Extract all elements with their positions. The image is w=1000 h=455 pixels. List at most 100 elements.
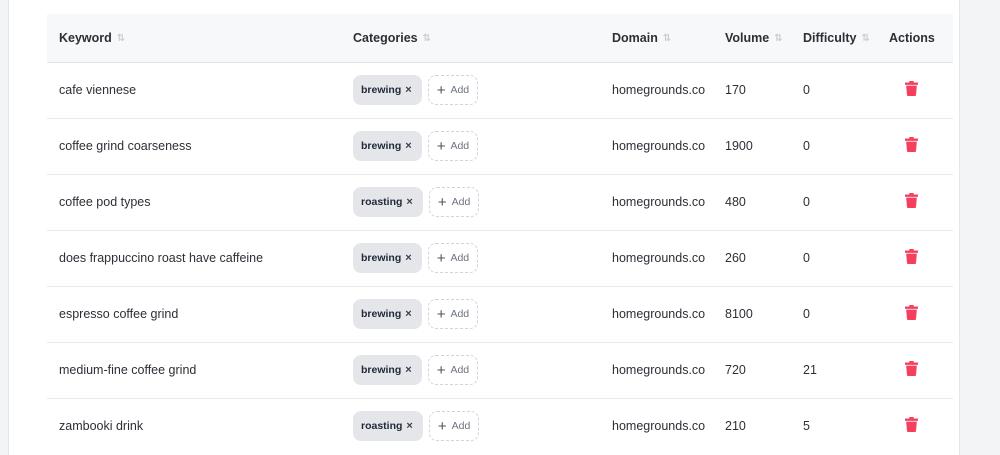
categories-cell: brewing × + Add — [341, 230, 600, 287]
category-tag: brewing × — [353, 299, 422, 329]
table-row: coffee grind coarseness brewing × + Add … — [47, 118, 953, 175]
volume-cell: 1900 — [713, 118, 791, 175]
categories-cell: brewing × + Add — [341, 342, 600, 399]
table-body: cafe viennese brewing × + Add homeground… — [47, 62, 953, 454]
categories-cell: brewing × + Add — [341, 286, 600, 343]
category-tag: brewing × — [353, 243, 422, 273]
difficulty-cell: 21 — [791, 342, 877, 399]
category-tag: brewing × — [353, 75, 422, 105]
delete-button[interactable] — [905, 305, 918, 320]
plus-icon: + — [437, 417, 447, 435]
add-category-button[interactable]: + Add — [428, 411, 480, 442]
actions-cell — [877, 118, 953, 175]
add-category-button[interactable]: + Add — [427, 355, 479, 385]
category-tag: roasting × — [353, 411, 423, 442]
category-group: brewing × + Add — [353, 355, 600, 385]
delete-button[interactable] — [905, 81, 918, 96]
remove-category-icon[interactable]: × — [405, 84, 411, 96]
remove-category-icon[interactable]: × — [405, 364, 411, 376]
categories-cell: roasting × + Add — [341, 398, 600, 454]
category-tag-label: brewing — [361, 252, 402, 264]
remove-category-icon[interactable]: × — [406, 420, 412, 432]
domain-cell: homegrounds.co — [600, 342, 713, 399]
trash-icon — [905, 361, 918, 376]
trash-icon — [905, 249, 918, 264]
difficulty-cell: 0 — [791, 118, 877, 175]
sort-icon[interactable]: ⇅ — [774, 33, 782, 44]
category-tag-label: roasting — [361, 420, 403, 433]
plus-icon: + — [436, 305, 446, 323]
domain-cell: homegrounds.co — [600, 118, 713, 175]
difficulty-cell: 0 — [791, 286, 877, 343]
header-difficulty[interactable]: Difficulty ⇅ — [791, 14, 877, 63]
category-tag-label: brewing — [361, 364, 402, 376]
sort-icon[interactable]: ⇅ — [663, 33, 671, 44]
delete-button[interactable] — [905, 249, 918, 264]
add-category-label: Add — [450, 84, 470, 96]
actions-cell — [877, 342, 953, 399]
sort-icon[interactable]: ⇅ — [861, 33, 869, 44]
actions-cell — [877, 62, 953, 119]
add-category-button[interactable]: + Add — [428, 187, 480, 217]
domain-cell: homegrounds.co — [612, 419, 706, 434]
category-tag-label: brewing — [361, 84, 402, 96]
categories-cell: brewing × + Add — [341, 118, 600, 175]
add-category-button[interactable]: + Add — [427, 299, 479, 329]
plus-icon: + — [436, 81, 446, 99]
header-volume[interactable]: Volume ⇅ — [713, 14, 791, 63]
domain-cell: homegrounds.co — [600, 230, 713, 287]
actions-cell — [877, 398, 953, 454]
add-category-button[interactable]: + Add — [427, 131, 479, 161]
category-group: brewing × + Add — [353, 243, 600, 273]
sort-icon[interactable]: ⇅ — [117, 33, 125, 44]
remove-category-icon[interactable]: × — [405, 252, 411, 264]
delete-button[interactable] — [905, 193, 918, 208]
remove-category-icon[interactable]: × — [406, 196, 412, 208]
delete-button[interactable] — [905, 361, 918, 376]
add-category-button[interactable]: + Add — [427, 243, 479, 273]
category-group: roasting × + Add — [353, 187, 600, 217]
domain-cell: homegrounds.co — [600, 62, 713, 119]
category-tag-label: brewing — [361, 308, 402, 320]
add-category-button[interactable]: + Add — [427, 75, 479, 105]
keyword-cell: coffee pod types — [47, 174, 341, 231]
add-category-label: Add — [450, 308, 470, 320]
header-keyword[interactable]: Keyword ⇅ — [47, 14, 341, 63]
category-tag: roasting × — [353, 187, 423, 217]
header-categories[interactable]: Categories ⇅ — [341, 14, 600, 63]
add-category-label: Add — [450, 364, 470, 376]
plus-icon: + — [436, 137, 446, 155]
header-domain[interactable]: Domain ⇅ — [600, 14, 713, 63]
keyword-cell: cafe viennese — [47, 62, 341, 119]
add-category-label: Add — [450, 252, 470, 264]
volume-cell: 8100 — [713, 286, 791, 343]
category-group: brewing × + Add — [353, 299, 600, 329]
volume-cell: 720 — [713, 342, 791, 399]
table-row: cafe viennese brewing × + Add homeground… — [47, 62, 953, 119]
trash-icon — [905, 305, 918, 320]
remove-category-icon[interactable]: × — [405, 140, 411, 152]
volume-cell: 260 — [713, 230, 791, 287]
sort-icon[interactable]: ⇅ — [423, 33, 431, 44]
categories-cell: roasting × + Add — [341, 174, 600, 231]
category-group: roasting × + Add — [353, 411, 600, 442]
table-row: does frappuccino roast have caffeine bre… — [47, 230, 953, 287]
table-row: espresso coffee grind brewing × + Add ho… — [47, 286, 953, 343]
delete-button[interactable] — [905, 137, 918, 152]
keywords-table: Keyword ⇅ Categories ⇅ Domain ⇅ Volume ⇅ Dif… — [47, 14, 953, 454]
volume-cell: 170 — [713, 62, 791, 119]
keyword-cell: coffee grind coarseness — [47, 118, 341, 175]
keyword-cell: does frappuccino roast have caffeine — [47, 230, 341, 287]
delete-button[interactable] — [905, 417, 918, 433]
remove-category-icon[interactable]: × — [405, 308, 411, 320]
actions-cell — [877, 286, 953, 343]
category-group: brewing × + Add — [353, 131, 600, 161]
categories-cell: brewing × + Add — [341, 62, 600, 119]
keyword-cell: espresso coffee grind — [47, 286, 341, 343]
plus-icon: + — [436, 361, 446, 379]
table-row: zambooki drink roasting × + Add homegrou… — [47, 398, 953, 454]
keywords-card: Keyword ⇅ Categories ⇅ Domain ⇅ Volume ⇅ Dif… — [8, 0, 960, 455]
table-row: medium-fine coffee grind brewing × + Add… — [47, 342, 953, 399]
table-header-row: Keyword ⇅ Categories ⇅ Domain ⇅ Volume ⇅ Dif… — [47, 14, 953, 63]
table-row: coffee pod types roasting × + Add homegr… — [47, 174, 953, 231]
